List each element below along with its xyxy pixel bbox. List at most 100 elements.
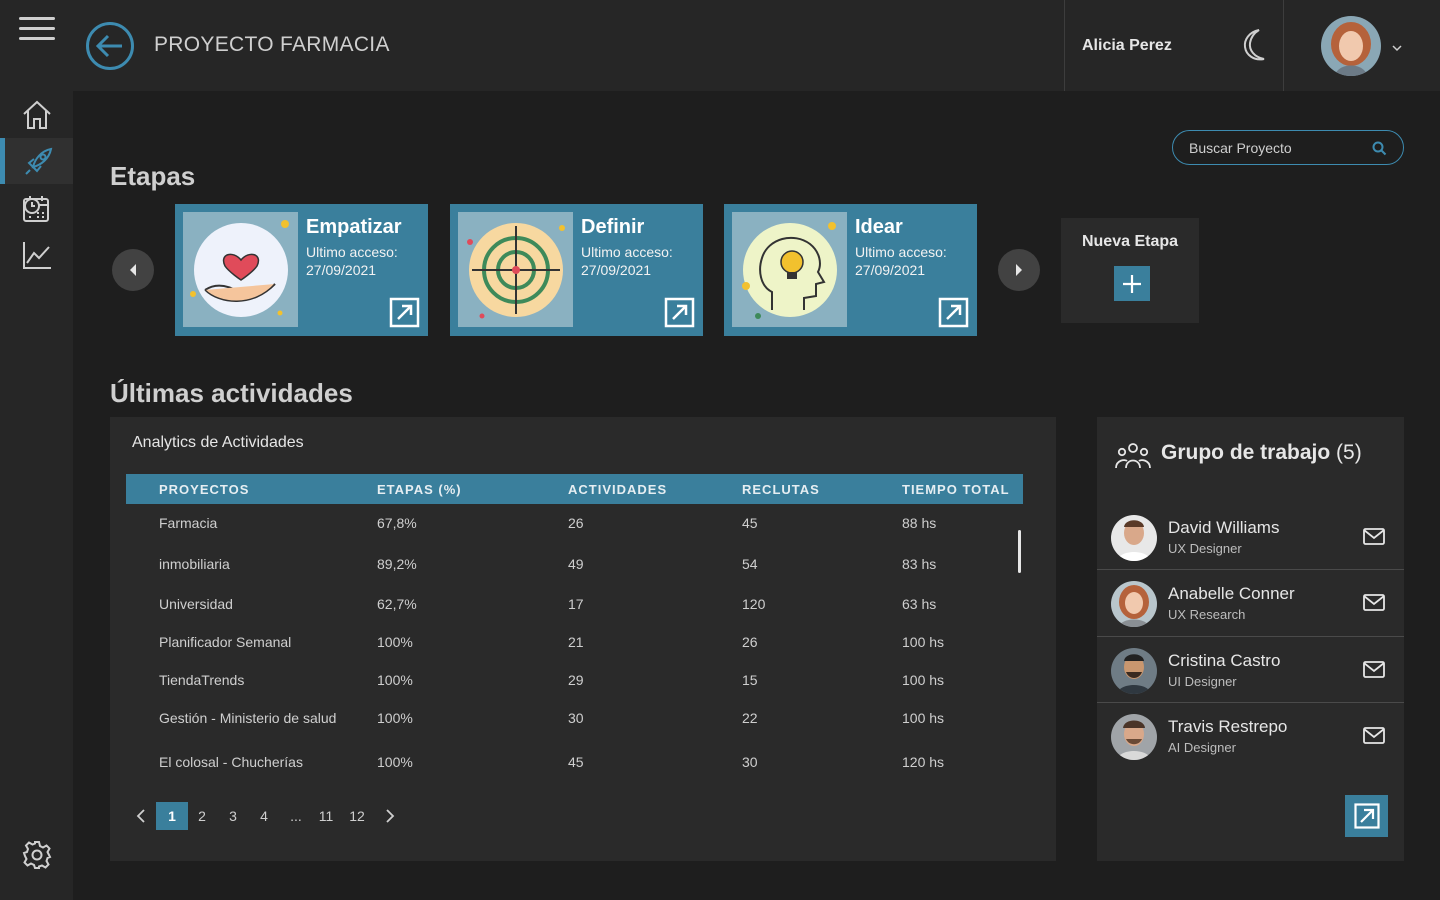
pagination-page[interactable]: 1 xyxy=(156,802,188,830)
account-dropdown[interactable] xyxy=(1391,40,1403,52)
cell-recruits: 26 xyxy=(742,634,758,650)
open-stage-button[interactable] xyxy=(938,297,969,328)
cell-time: 100 hs xyxy=(902,634,945,650)
cell-project: inmobiliaria xyxy=(159,556,230,572)
cell-project: Universidad xyxy=(159,596,233,612)
chevron-down-icon xyxy=(1392,45,1402,52)
theme-toggle[interactable] xyxy=(1237,27,1271,63)
cell-time: 100 hs xyxy=(902,710,945,726)
cell-stages: 62,7% xyxy=(377,596,417,612)
pagination-page[interactable]: 3 xyxy=(223,802,243,830)
cell-time: 83 hs xyxy=(902,556,937,572)
member-role: UX Designer xyxy=(1168,541,1242,556)
pagination-page[interactable]: 2 xyxy=(192,802,212,830)
sidebar-item-settings[interactable] xyxy=(0,832,73,878)
mail-icon[interactable] xyxy=(1363,659,1385,679)
pagination-next-button[interactable] xyxy=(381,802,399,830)
carousel-prev-button[interactable] xyxy=(112,249,154,291)
sidebar-item-home[interactable] xyxy=(0,92,73,138)
stage-access-label: Ultimo acceso: xyxy=(581,244,673,260)
mail-icon[interactable] xyxy=(1363,526,1385,546)
cell-project: El colosal - Chucherías xyxy=(159,754,303,770)
team-icon xyxy=(1115,443,1151,469)
user-avatar[interactable] xyxy=(1321,16,1381,76)
cell-activities: 17 xyxy=(568,596,584,612)
stage-card-definir[interactable]: Definir Ultimo acceso: 27/09/2021 xyxy=(450,204,703,336)
avatar xyxy=(1111,714,1157,760)
team-member[interactable]: Travis Restrepo AI Designer xyxy=(1097,703,1404,769)
moon-icon xyxy=(1243,29,1265,61)
sidebar-item-projects[interactable] xyxy=(0,138,73,184)
carousel-next-button[interactable] xyxy=(998,249,1040,291)
caret-left-icon xyxy=(130,264,136,276)
stage-card-empatizar[interactable]: Empatizar Ultimo acceso: 27/09/2021 xyxy=(175,204,428,336)
open-team-button[interactable] xyxy=(1345,795,1388,837)
cell-stages: 67,8% xyxy=(377,515,417,531)
open-stage-button[interactable] xyxy=(389,297,420,328)
column-header[interactable]: PROYECTOS xyxy=(159,482,249,497)
stage-card-idear[interactable]: Idear Ultimo acceso: 27/09/2021 xyxy=(724,204,977,336)
cell-recruits: 54 xyxy=(742,556,758,572)
cell-activities: 30 xyxy=(568,710,584,726)
avatar xyxy=(1111,581,1157,627)
external-link-icon xyxy=(389,297,420,328)
stage-access-date: 27/09/2021 xyxy=(306,262,377,278)
target-illustration xyxy=(458,212,573,327)
stage-access: Ultimo acceso: 27/09/2021 xyxy=(855,243,947,279)
stage-access-date: 27/09/2021 xyxy=(855,262,926,278)
cell-recruits: 15 xyxy=(742,672,758,688)
chevron-right-icon xyxy=(386,809,395,823)
pagination-page[interactable]: 11 xyxy=(316,802,336,830)
mail-icon[interactable] xyxy=(1363,592,1385,612)
activities-title: Últimas actividades xyxy=(110,378,353,408)
search-input[interactable] xyxy=(1189,138,1369,158)
column-header[interactable]: RECLUTAS xyxy=(742,482,820,497)
team-member[interactable]: Cristina Castro UI Designer xyxy=(1097,637,1404,703)
external-link-icon xyxy=(938,297,969,328)
menu-button[interactable] xyxy=(0,6,73,52)
mail-icon[interactable] xyxy=(1363,725,1385,745)
cell-recruits: 45 xyxy=(742,515,758,531)
search-icon[interactable] xyxy=(1372,141,1387,156)
sidebar-item-calendar[interactable] xyxy=(0,186,73,232)
cell-time: 100 hs xyxy=(902,672,945,688)
back-arrow-icon xyxy=(86,22,134,70)
sidebar-item-analytics[interactable] xyxy=(0,232,73,278)
column-header[interactable]: ETAPAS (%) xyxy=(377,482,462,497)
column-header[interactable]: ACTIVIDADES xyxy=(568,482,667,497)
page-title: PROYECTO FARMACIA xyxy=(154,33,390,56)
new-stage-card: Nueva Etapa xyxy=(1061,218,1199,323)
stage-access: Ultimo acceso: 27/09/2021 xyxy=(581,243,673,279)
stage-access: Ultimo acceso: 27/09/2021 xyxy=(306,243,398,279)
cell-activities: 49 xyxy=(568,556,584,572)
column-header[interactable]: TIEMPO TOTAL xyxy=(902,482,1010,497)
team-title: Grupo de trabajo (5) xyxy=(1161,441,1362,465)
pagination-prev-button[interactable] xyxy=(132,802,150,830)
stage-name: Empatizar xyxy=(306,216,402,238)
table-scrollbar[interactable] xyxy=(1018,530,1021,573)
cell-stages: 100% xyxy=(377,754,413,770)
pagination-page[interactable]: 12 xyxy=(346,802,368,830)
user-name: Alicia Perez xyxy=(1082,37,1172,54)
team-member[interactable]: David Williams UX Designer xyxy=(1097,504,1404,570)
stage-name: Idear xyxy=(855,216,903,238)
team-member[interactable]: Anabelle Conner UX Research xyxy=(1097,570,1404,636)
member-name: Cristina Castro xyxy=(1168,651,1281,670)
open-stage-button[interactable] xyxy=(664,297,695,328)
cell-recruits: 22 xyxy=(742,710,758,726)
caret-right-icon xyxy=(1016,264,1022,276)
pagination-page[interactable]: 4 xyxy=(254,802,274,830)
table-header: PROYECTOS ETAPAS (%) ACTIVIDADES RECLUTA… xyxy=(126,474,1023,504)
cell-activities: 45 xyxy=(568,754,584,770)
sidebar xyxy=(0,0,73,900)
cell-recruits: 120 xyxy=(742,596,766,612)
chart-icon xyxy=(22,242,51,269)
back-button[interactable] xyxy=(85,21,135,71)
member-name: Anabelle Conner xyxy=(1168,584,1295,603)
stage-name: Definir xyxy=(581,216,645,238)
member-role: UI Designer xyxy=(1168,674,1237,689)
add-stage-button[interactable] xyxy=(1114,266,1150,301)
avatar xyxy=(1111,515,1157,561)
chevron-left-icon xyxy=(136,809,145,823)
avatar xyxy=(1111,648,1157,694)
